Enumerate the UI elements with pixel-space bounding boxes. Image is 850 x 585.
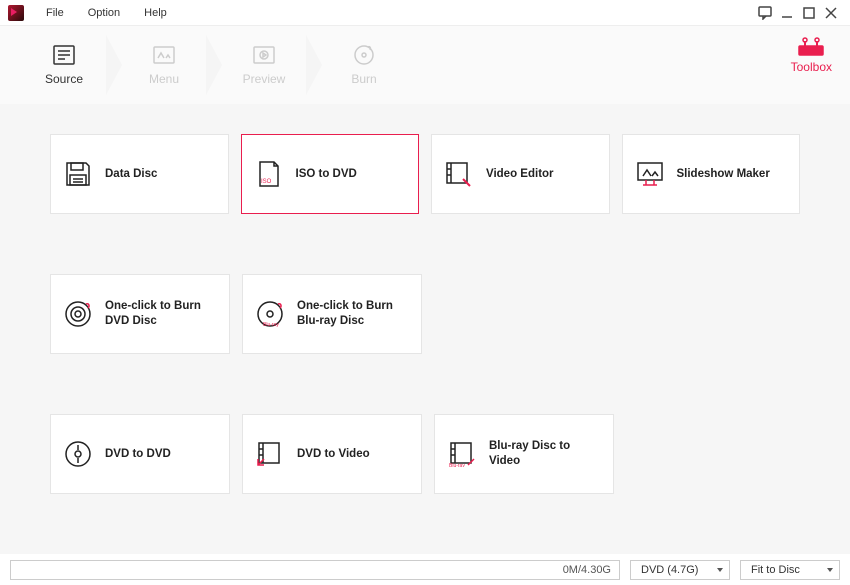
card-data-disc[interactable]: Data Disc: [50, 134, 229, 214]
preview-icon: [252, 44, 276, 66]
bluray-convert-icon: Blu-ray: [447, 439, 477, 469]
disc-type-dropdown[interactable]: DVD (4.7G): [630, 560, 730, 580]
slideshow-icon: [635, 159, 665, 189]
capacity-bar: 0M/4.30G: [10, 560, 620, 580]
source-icon: [52, 44, 76, 66]
card-label: DVD to Video: [297, 447, 370, 462]
fit-dropdown[interactable]: Fit to Disc: [740, 560, 840, 580]
card-video-editor[interactable]: Video Editor: [431, 134, 610, 214]
step-preview[interactable]: Preview: [218, 35, 310, 95]
step-bar: Source Menu Preview Burn Toolbox: [0, 26, 850, 104]
floppy-icon: [63, 159, 93, 189]
chevron-down-icon: [827, 568, 833, 572]
film-convert-icon: [255, 439, 285, 469]
card-oneclick-bluray[interactable]: Blu-ray One-click to Burn Blu-ray Disc: [242, 274, 422, 354]
bottom-bar: 0M/4.30G DVD (4.7G) Fit to Disc: [0, 554, 850, 585]
card-slideshow-maker[interactable]: Slideshow Maker: [622, 134, 801, 214]
card-label: Blu-ray Disc to Video: [489, 439, 601, 469]
menu-option[interactable]: Option: [76, 7, 132, 19]
card-label: One-click to Burn DVD Disc: [105, 299, 217, 329]
fit-value: Fit to Disc: [751, 564, 800, 576]
menu-step-icon: [152, 44, 176, 66]
card-oneclick-dvd[interactable]: One-click to Burn DVD Disc: [50, 274, 230, 354]
minimize-button[interactable]: [776, 2, 798, 24]
card-label: One-click to Burn Blu-ray Disc: [297, 299, 409, 329]
step-menu[interactable]: Menu: [118, 35, 210, 95]
card-dvd-to-video[interactable]: DVD to Video: [242, 414, 422, 494]
bluray-burn-icon: Blu-ray: [255, 299, 285, 329]
disc-icon: [63, 439, 93, 469]
disc-burn-icon: [63, 299, 93, 329]
card-iso-to-dvd[interactable]: ISO ISO to DVD: [241, 134, 420, 214]
menu-file[interactable]: File: [34, 7, 76, 19]
maximize-button[interactable]: [798, 2, 820, 24]
card-label: Data Disc: [105, 167, 157, 182]
menu-help[interactable]: Help: [132, 7, 179, 19]
svg-text:Blu-ray: Blu-ray: [449, 463, 465, 467]
chevron-down-icon: [717, 568, 723, 572]
feedback-icon[interactable]: [754, 2, 776, 24]
workspace: Data Disc ISO ISO to DVD Video Editor Sl…: [0, 104, 850, 554]
card-label: DVD to DVD: [105, 447, 171, 462]
toolbox-icon: [798, 36, 824, 56]
step-preview-label: Preview: [243, 72, 286, 86]
titlebar: File Option Help: [0, 0, 850, 26]
capacity-text: 0M/4.30G: [563, 564, 611, 576]
close-button[interactable]: [820, 2, 842, 24]
step-burn-label: Burn: [351, 72, 376, 86]
step-source[interactable]: Source: [18, 35, 110, 95]
step-menu-label: Menu: [149, 72, 179, 86]
app-logo-icon: [8, 5, 24, 21]
toolbox-button[interactable]: Toolbox: [791, 36, 832, 74]
film-edit-icon: [444, 159, 474, 189]
card-bluray-to-video[interactable]: Blu-ray Blu-ray Disc to Video: [434, 414, 614, 494]
svg-text:ISO: ISO: [261, 179, 272, 185]
toolbox-label: Toolbox: [791, 60, 832, 74]
disc-type-value: DVD (4.7G): [641, 564, 698, 576]
step-burn[interactable]: Burn: [318, 35, 410, 95]
card-dvd-to-dvd[interactable]: DVD to DVD: [50, 414, 230, 494]
step-source-label: Source: [45, 72, 83, 86]
svg-text:Blu-ray: Blu-ray: [263, 322, 279, 328]
card-label: Slideshow Maker: [677, 167, 770, 182]
card-label: ISO to DVD: [296, 167, 357, 182]
burn-icon: [352, 44, 376, 66]
card-label: Video Editor: [486, 167, 554, 182]
iso-file-icon: ISO: [254, 159, 284, 189]
